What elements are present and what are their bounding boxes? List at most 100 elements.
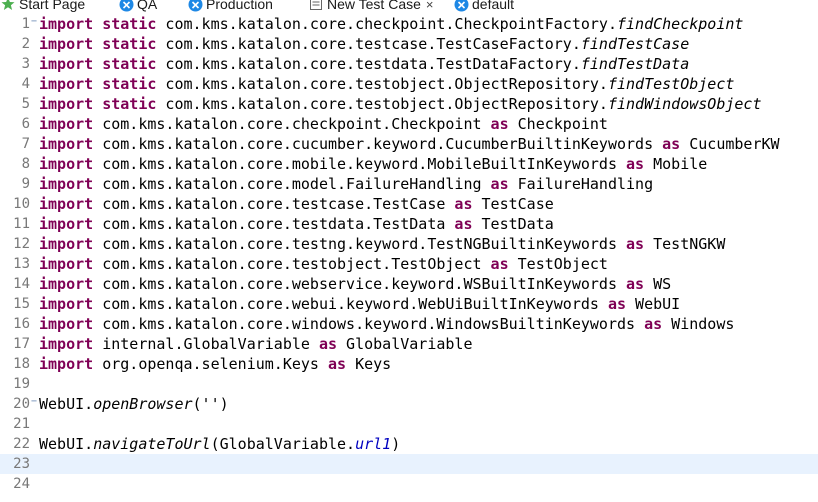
tab-label: Start Page — [19, 0, 86, 12]
code-text: import com.kms.katalon.core.mobile.keywo… — [39, 154, 707, 174]
code-line[interactable]: 15 import com.kms.katalon.core.webui.keyw… — [0, 294, 818, 314]
code-token: com.kms.katalon.core.testcase.TestCaseFa… — [156, 35, 581, 53]
tab-default[interactable]: default — [453, 0, 514, 14]
code-token: FailureHandling — [508, 175, 654, 193]
line-number: 1 — [21, 16, 30, 32]
code-text: import static com.kms.katalon.core.testo… — [39, 94, 761, 114]
code-token: com.kms.katalon.core.testobject.ObjectRe… — [156, 75, 608, 93]
line-number: 18 — [13, 356, 30, 372]
code-line[interactable]: 19 — [0, 374, 818, 394]
code-line[interactable]: 4 import static com.kms.katalon.core.test… — [0, 74, 818, 94]
code-line[interactable]: 12 import com.kms.katalon.core.testng.key… — [0, 234, 818, 254]
code-text: import com.kms.katalon.core.webui.keywor… — [39, 294, 680, 314]
code-line[interactable]: 11 import com.kms.katalon.core.testdata.T… — [0, 214, 818, 234]
code-token: Checkpoint — [508, 115, 608, 133]
code-token: findTestCase — [580, 35, 690, 53]
line-number: 19 — [13, 376, 30, 392]
code-line[interactable]: 3 import static com.kms.katalon.core.test… — [0, 54, 818, 74]
code-token: (GlobalVariable. — [210, 435, 356, 453]
line-number: 3 — [21, 56, 30, 72]
code-keyword: import — [39, 115, 94, 133]
code-line[interactable]: 8 import com.kms.katalon.core.mobile.keyw… — [0, 154, 818, 174]
code-line[interactable]: 10 import com.kms.katalon.core.testcase.T… — [0, 194, 818, 214]
code-line[interactable]: 16 import com.kms.katalon.core.windows.ke… — [0, 314, 818, 334]
code-keyword: import — [39, 235, 94, 253]
code-line[interactable]: 23 — [0, 454, 818, 474]
code-token: ) — [391, 435, 401, 453]
code-line[interactable]: 13 import com.kms.katalon.core.testobject… — [0, 254, 818, 274]
code-token: org.openqa.selenium.Keys — [93, 355, 328, 373]
code-token: ('') — [192, 395, 229, 413]
code-token: TestData — [472, 215, 554, 233]
code-line[interactable]: 18 import org.openqa.selenium.Keys as Key… — [0, 354, 818, 374]
code-line[interactable]: 22 WebUI.navigateToUrl(GlobalVariable.url… — [0, 434, 818, 454]
code-line[interactable]: 21 — [0, 414, 818, 434]
tab-qa[interactable]: QA — [118, 0, 157, 14]
code-keyword: static — [102, 95, 157, 113]
tab-label: New Test Case — [327, 0, 421, 12]
code-line[interactable]: 9 import com.kms.katalon.core.model.Failu… — [0, 174, 818, 194]
code-token: WebUI — [626, 295, 681, 313]
code-line[interactable]: 20− WebUI.openBrowser('') — [0, 394, 818, 414]
code-text: import com.kms.katalon.core.model.Failur… — [39, 174, 653, 194]
code-line[interactable]: 6 import com.kms.katalon.core.checkpoint.… — [0, 114, 818, 134]
code-token: com.kms.katalon.core.testdata.TestDataFa… — [156, 55, 581, 73]
code-text: import com.kms.katalon.core.checkpoint.C… — [39, 114, 608, 134]
code-editor[interactable]: 1− import static com.kms.katalon.core.che… — [0, 14, 818, 502]
code-text: import com.kms.katalon.core.testcase.Tes… — [39, 194, 554, 214]
line-number: 4 — [21, 76, 30, 92]
code-token: com.kms.katalon.core.mobile.keyword.Mobi… — [93, 155, 627, 173]
code-keyword: import — [39, 15, 94, 33]
code-keyword: import — [39, 355, 94, 373]
code-text: import com.kms.katalon.core.windows.keyw… — [39, 314, 734, 334]
code-token: Windows — [662, 315, 735, 333]
code-line[interactable]: 17 import internal.GlobalVariable as Glob… — [0, 334, 818, 354]
code-token: com.kms.katalon.core.checkpoint.Checkpoi… — [93, 115, 491, 133]
code-token: WS — [644, 275, 672, 293]
code-line[interactable]: 1− import static com.kms.katalon.core.che… — [0, 14, 818, 34]
code-keyword: import — [39, 155, 94, 173]
code-keyword: as — [490, 175, 509, 193]
code-text: import static com.kms.katalon.core.check… — [39, 14, 743, 34]
code-keyword: import — [39, 215, 94, 233]
code-line[interactable]: 14 import com.kms.katalon.core.webservice… — [0, 274, 818, 294]
code-token: com.kms.katalon.core.windows.keyword.Win… — [93, 315, 645, 333]
code-token: openBrowser — [93, 395, 193, 413]
code-keyword: as — [607, 295, 627, 313]
code-token: TestObject — [508, 255, 608, 273]
test-case-icon — [308, 0, 324, 12]
star-icon — [0, 0, 16, 12]
code-keyword: as — [328, 355, 347, 373]
code-line[interactable]: 5 import static com.kms.katalon.core.test… — [0, 94, 818, 114]
code-token: com.kms.katalon.core.webservice.keyword.… — [93, 275, 627, 293]
code-token: navigateToUrl — [93, 435, 211, 453]
code-keyword: import — [39, 295, 94, 313]
code-token: Mobile — [644, 155, 708, 173]
code-line[interactable]: 2 import static com.kms.katalon.core.test… — [0, 34, 818, 54]
line-number: 21 — [13, 416, 30, 432]
tab-label: Production — [206, 0, 273, 12]
code-token: findWindowsObject — [607, 95, 762, 113]
code-keyword: static — [102, 35, 157, 53]
line-number: 17 — [13, 336, 30, 352]
tab-production[interactable]: Production — [187, 0, 273, 14]
line-number: 11 — [13, 216, 30, 232]
fold-toggle-icon[interactable]: − — [30, 14, 38, 30]
code-text: import internal.GlobalVariable as Global… — [39, 334, 473, 354]
code-token: com.kms.katalon.core.testobject.TestObje… — [93, 255, 491, 273]
line-number: 5 — [21, 96, 30, 112]
tab-start-page[interactable]: Start Page — [0, 0, 85, 14]
code-line[interactable]: 7 import com.kms.katalon.core.cucumber.ke… — [0, 134, 818, 154]
code-token: findCheckpoint — [616, 15, 744, 33]
code-keyword: as — [644, 315, 663, 333]
code-line[interactable]: 24 — [0, 474, 818, 494]
line-number: 6 — [21, 116, 30, 132]
code-keyword: import — [39, 315, 94, 333]
close-icon[interactable]: × — [426, 0, 434, 12]
code-token: com.kms.katalon.core.testcase.TestCase — [93, 195, 455, 213]
code-keyword: static — [102, 15, 157, 33]
fold-toggle-icon[interactable]: − — [30, 394, 38, 410]
tab-new-test-case[interactable]: New Test Case × — [308, 0, 434, 14]
